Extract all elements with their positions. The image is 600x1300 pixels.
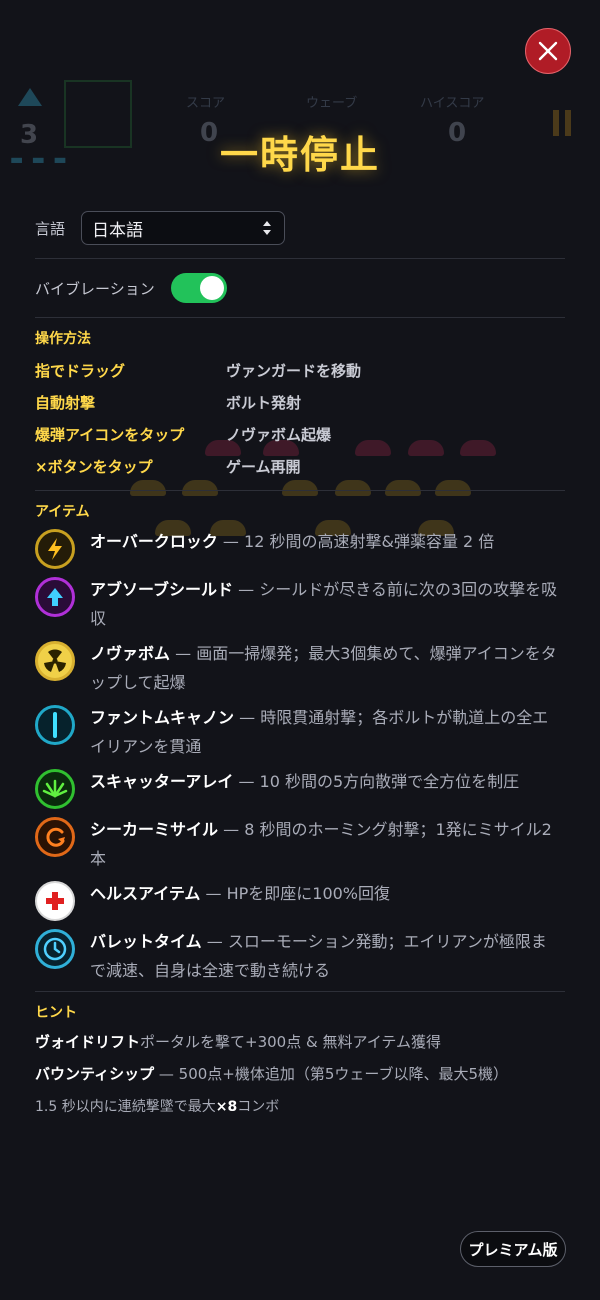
spread-shot-icon (35, 769, 75, 809)
hint-desc: ポータルを撃て+300点 & 無料アイテム獲得 (140, 1033, 441, 1051)
item-name: バレットタイム (90, 932, 202, 951)
health-cross-icon (35, 881, 75, 921)
item-nova-bomb: ノヴァボム — 画面一掃爆発；最大3個集めて、爆弾アイコンをタップして起爆 (35, 639, 565, 697)
item-name: オーバークロック (90, 532, 218, 551)
item-name: スキャッターアレイ (90, 772, 234, 791)
hint-name: バウンティシップ (35, 1065, 155, 1083)
wave-label: ウェーブ (306, 96, 358, 111)
item-desc: — 10 秒間の5方向散弾で全方位を制圧 (233, 772, 520, 791)
radiation-icon (35, 641, 75, 681)
control-value: ノヴァボム起爆 (226, 425, 332, 444)
item-phantom-cannon: ファントムキャノン — 時限貫通射撃；各ボルトが軌道上の全エイリアンを貫通 (35, 703, 565, 761)
control-value: ボルト発射 (226, 393, 302, 412)
language-label: 言語 (35, 219, 66, 238)
item-health: ヘルスアイテム — HPを即座に100%回復 (35, 879, 565, 921)
divider (35, 490, 565, 491)
divider (35, 317, 565, 318)
select-updown-icon (263, 221, 272, 235)
control-key: 自動射撃 (35, 393, 96, 412)
combo-suffix: コンボ (237, 1099, 280, 1115)
control-row: 指でドラッグ ヴァンガードを移動 (35, 354, 565, 386)
item-desc: — 12 秒間の高速射撃&弾薬容量 2 倍 (217, 532, 495, 551)
score-label: スコア (186, 96, 226, 111)
shield-arrow-icon (35, 577, 75, 617)
divider (35, 991, 565, 992)
language-value: 日本語 (92, 220, 144, 241)
controls-title: 操作方法 (35, 331, 91, 347)
pause-panel: 言語 日本語 バイブレーション 操作方法 指でドラッグ ヴァンガードを移動 自動… (35, 210, 565, 1116)
item-name: ノヴァボム (90, 644, 171, 663)
control-key: 爆弾アイコンをタップ (35, 425, 185, 444)
control-row: 爆弾アイコンをタップ ノヴァボム起爆 (35, 418, 565, 450)
toggle-knob (199, 276, 224, 300)
language-select[interactable]: 日本語 (81, 211, 286, 245)
item-desc: — HPを即座に100%回復 (200, 884, 391, 903)
vibration-label: バイブレーション (35, 279, 155, 298)
piercing-bolt-icon (35, 705, 75, 745)
control-row: ×ボタンをタップ ゲーム再開 (35, 450, 565, 482)
item-absorb-shield: アブソーブシールド — シールドが尽きる前に次の3回の攻撃を吸収 (35, 575, 565, 633)
close-button[interactable] (525, 28, 571, 74)
hints-title: ヒント (35, 1005, 77, 1021)
item-name: シーカーミサイル (90, 820, 219, 839)
premium-button[interactable]: プレミアム版 (460, 1231, 566, 1267)
language-row: 言語 日本語 (35, 210, 565, 246)
item-name: アブソーブシールド (90, 580, 234, 599)
item-name: ヘルスアイテム (90, 884, 201, 903)
vibration-row: バイブレーション (35, 259, 565, 317)
control-key: 指でドラッグ (35, 361, 126, 380)
pause-title: 一時停止 (219, 133, 380, 177)
combo-multiplier: ×8 (215, 1099, 238, 1115)
highscore-label: ハイスコア (420, 96, 485, 111)
hint-name: ヴォイドリフト (35, 1033, 141, 1051)
close-icon (538, 41, 558, 61)
combo-text: 1.5 秒以内に連続撃墜で最大 (35, 1099, 216, 1115)
player-ship-icon (18, 88, 42, 106)
vibration-toggle[interactable] (170, 273, 227, 303)
item-bullet-time: バレットタイム — スローモーション発動；エイリアンが極限まで減速、自身は全速で… (35, 927, 565, 985)
lightning-icon (35, 529, 75, 569)
clock-icon (35, 929, 75, 969)
item-scatter-array: スキャッターアレイ — 10 秒間の5方向散弾で全方位を制圧 (35, 767, 565, 809)
item-name: ファントムキャノン (90, 708, 235, 727)
items-title: アイテム (35, 504, 90, 520)
controls-list: 指でドラッグ ヴァンガードを移動 自動射撃 ボルト発射 爆弾アイコンをタップ ノ… (35, 354, 565, 482)
control-key: ×ボタンをタップ (35, 457, 153, 476)
item-seeker-missile: シーカーミサイル — 8 秒間のホーミング射撃；1発にミサイル2本 (35, 815, 565, 873)
item-overclock: オーバークロック — 12 秒間の高速射撃&弾薬容量 2 倍 (35, 527, 565, 569)
hint-desc: — 500点+機体追加（第5ウェーブ以降、最大5機） (154, 1065, 509, 1083)
control-row: 自動射撃 ボルト発射 (35, 386, 565, 418)
hint-void-rift: ヴォイドリフトポータルを撃て+300点 & 無料アイテム獲得 (35, 1028, 565, 1056)
control-value: ゲーム再開 (226, 457, 301, 476)
control-value: ヴァンガードを移動 (226, 361, 362, 380)
hint-bounty-ship: バウンティシップ — 500点+機体追加（第5ウェーブ以降、最大5機） (35, 1060, 565, 1088)
homing-missile-icon (35, 817, 75, 857)
hint-combo: 1.5 秒以内に連続撃墜で最大×8コンボ (35, 1096, 565, 1116)
